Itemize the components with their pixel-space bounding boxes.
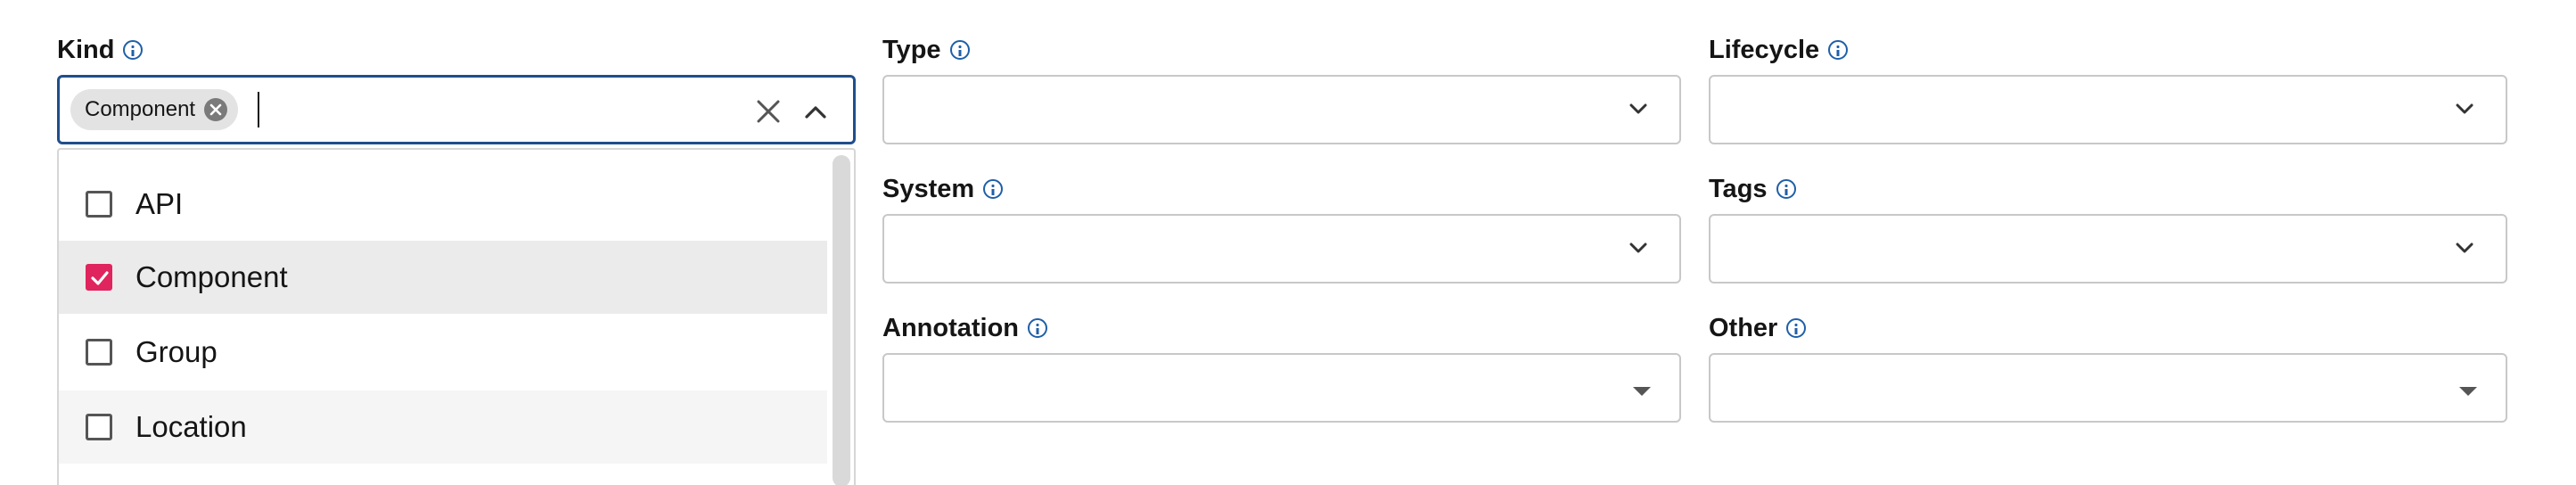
- scrollbar[interactable]: [833, 155, 850, 485]
- other-label-text: Other: [1709, 313, 1778, 342]
- type-select[interactable]: [882, 75, 1681, 144]
- option-component[interactable]: Component: [59, 241, 827, 314]
- text-cursor: [258, 92, 259, 127]
- clear-icon[interactable]: [755, 98, 782, 125]
- type-label-text: Type: [882, 35, 941, 64]
- system-label-text: System: [882, 174, 975, 203]
- kind-options-listbox: API Component Group Location: [57, 148, 856, 485]
- chip-remove-icon[interactable]: [204, 98, 228, 121]
- info-icon[interactable]: [123, 40, 144, 60]
- system-label: System: [882, 173, 1004, 205]
- checkbox-checked[interactable]: [86, 264, 112, 291]
- tags-label: Tags: [1709, 173, 1796, 205]
- tags-field: Tags: [1709, 173, 2507, 289]
- option-label: API: [135, 187, 184, 220]
- info-icon[interactable]: [949, 40, 970, 60]
- info-icon[interactable]: [1028, 318, 1048, 338]
- chevron-down-icon[interactable]: [1629, 239, 1647, 257]
- chip-label: Component: [85, 97, 196, 121]
- lifecycle-field: Lifecycle: [1709, 34, 2507, 150]
- option-api[interactable]: API: [59, 168, 827, 241]
- info-icon[interactable]: [1776, 179, 1796, 199]
- tags-label-text: Tags: [1709, 174, 1768, 203]
- kind-label-text: Kind: [57, 35, 115, 64]
- other-select[interactable]: [1709, 353, 2507, 423]
- info-icon[interactable]: [983, 179, 1004, 199]
- kind-label: Kind: [57, 34, 144, 66]
- chevron-down-icon[interactable]: [2456, 239, 2473, 257]
- other-field: Other: [1709, 312, 2507, 428]
- option-label: Component: [135, 260, 288, 293]
- caret-down-icon[interactable]: [2459, 387, 2477, 396]
- system-field: System: [882, 173, 1681, 289]
- lifecycle-label-text: Lifecycle: [1709, 35, 1820, 64]
- info-icon[interactable]: [1786, 318, 1807, 338]
- selected-chip-component: Component: [70, 89, 239, 130]
- annotation-field: Annotation: [882, 312, 1681, 428]
- type-label: Type: [882, 34, 970, 66]
- chevron-up-icon[interactable]: [803, 100, 828, 125]
- checkbox[interactable]: [86, 414, 112, 440]
- caret-down-icon[interactable]: [1633, 387, 1651, 396]
- chevron-down-icon[interactable]: [2456, 100, 2473, 118]
- option-location[interactable]: Location: [59, 390, 827, 464]
- kind-select[interactable]: Component: [57, 75, 856, 144]
- type-field: Type: [882, 34, 1681, 150]
- other-label: Other: [1709, 312, 1807, 344]
- lifecycle-label: Lifecycle: [1709, 34, 1849, 66]
- tags-select[interactable]: [1709, 214, 2507, 284]
- annotation-select[interactable]: [882, 353, 1681, 423]
- checkbox[interactable]: [86, 339, 112, 366]
- checkbox[interactable]: [86, 191, 112, 218]
- kind-field: Kind Component: [57, 34, 856, 150]
- option-label: Location: [135, 410, 247, 443]
- info-icon[interactable]: [1828, 40, 1849, 60]
- option-group[interactable]: Group: [59, 316, 827, 389]
- system-select[interactable]: [882, 214, 1681, 284]
- annotation-label: Annotation: [882, 312, 1048, 344]
- lifecycle-select[interactable]: [1709, 75, 2507, 144]
- annotation-label-text: Annotation: [882, 313, 1020, 342]
- chevron-down-icon[interactable]: [1629, 100, 1647, 118]
- option-label: Group: [135, 335, 217, 368]
